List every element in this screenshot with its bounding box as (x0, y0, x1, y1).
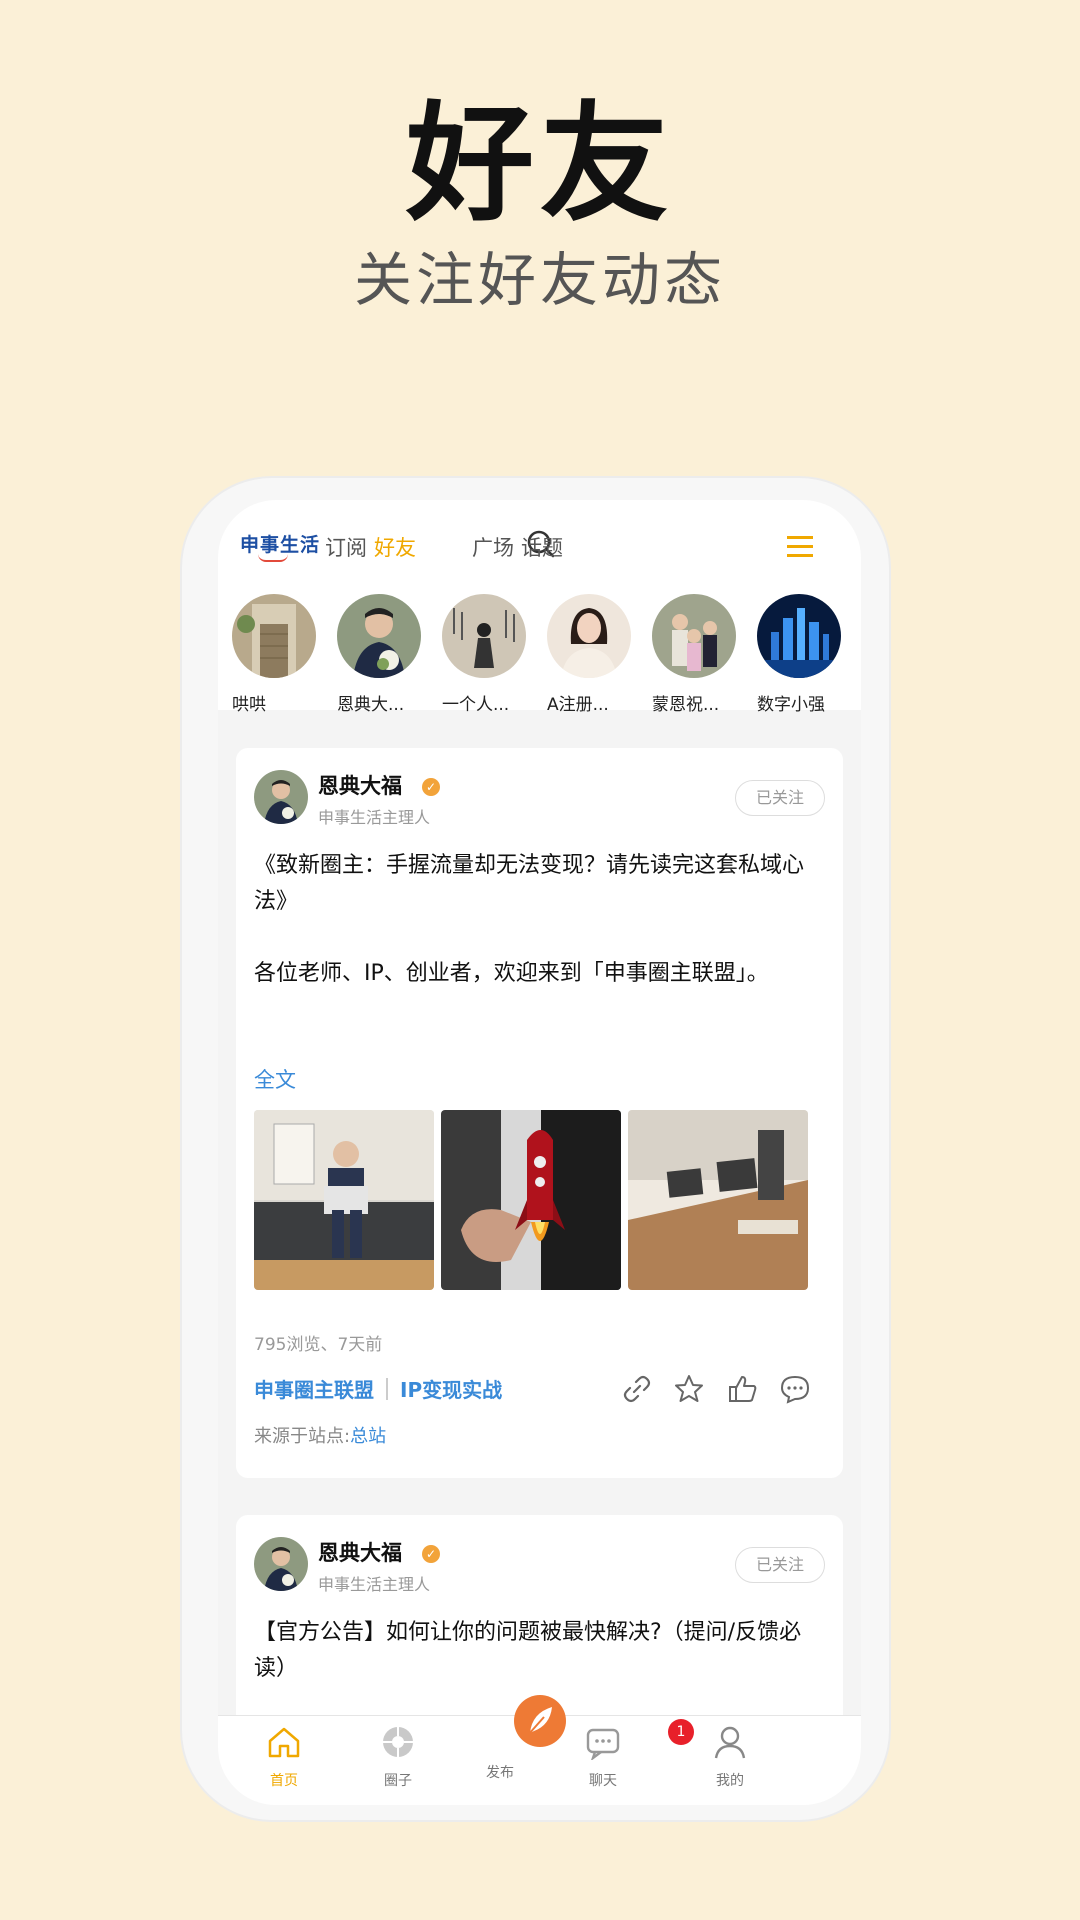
follow-button[interactable]: 已关注 (735, 780, 825, 816)
profile-icon (714, 1726, 746, 1759)
hamburger-menu-icon[interactable] (787, 536, 813, 558)
tab-friends[interactable]: 好友 (374, 532, 416, 562)
story-avatar (337, 594, 421, 678)
story-avatar (757, 594, 841, 678)
tab-chat[interactable]: 聊天 (563, 1724, 643, 1790)
logo-smile-mark (258, 554, 288, 562)
story-item[interactable]: 哄哄 (232, 594, 322, 715)
story-avatar (442, 594, 526, 678)
link-icon[interactable] (622, 1374, 652, 1404)
story-item[interactable]: 蒙恩祝... (652, 594, 742, 715)
story-name: 数字小强 (757, 695, 825, 715)
publish-button[interactable] (514, 1695, 566, 1747)
story-name: A注册... (547, 695, 609, 715)
author-name[interactable]: 恩典大福 (318, 1537, 402, 1567)
hero-subtitle: 关注好友动态 (353, 246, 726, 314)
circle-icon (383, 1727, 413, 1757)
friends-stories-row: 哄哄 恩典大... 一个人... A注册... 蒙恩祝... 数字小强 (218, 580, 861, 715)
story-avatar (652, 594, 736, 678)
read-more-link[interactable]: 全文 (254, 1064, 296, 1094)
tab-label: 聊天 (589, 1773, 617, 1789)
feather-icon (527, 1707, 552, 1736)
post-tags: 申事圈主联盟 IP变现实战 (254, 1374, 502, 1403)
tab-topics[interactable]: 话题 (521, 532, 563, 562)
verified-badge-icon: ✓ (422, 1545, 440, 1563)
unread-badge: 1 (668, 1719, 694, 1745)
post-meta: 795浏览、7天前 (254, 1335, 383, 1355)
author-avatar[interactable] (254, 1537, 308, 1591)
post-card[interactable]: 恩典大福 ✓ 申事生活主理人 已关注 《致新圈主：手握流量却无法变现？请先读完这… (236, 748, 843, 1478)
tab-label: 圈子 (384, 1773, 412, 1789)
author-name[interactable]: 恩典大福 (318, 770, 402, 800)
app-logo[interactable]: 申事生活 (240, 530, 320, 557)
top-bar: 申事生活 订阅 好友 广场 话题 (218, 500, 861, 580)
author-role: 申事生活主理人 (318, 808, 431, 827)
story-name: 哄哄 (232, 695, 266, 715)
thumbs-up-icon[interactable] (728, 1374, 758, 1404)
story-avatar (547, 594, 631, 678)
story-item[interactable]: A注册... (547, 594, 637, 715)
story-name: 蒙恩祝... (652, 695, 720, 715)
post-paragraph[interactable]: 各位老师、IP、创业者，欢迎来到「申事圈主联盟」。 (254, 956, 824, 992)
home-icon (268, 1727, 300, 1758)
post-source: 来源于站点:总站 (254, 1422, 386, 1448)
comment-icon[interactable] (780, 1374, 810, 1404)
author-role: 申事生活主理人 (318, 1575, 431, 1594)
chat-icon (586, 1728, 620, 1762)
story-name: 恩典大... (337, 695, 405, 715)
story-item[interactable]: 一个人... (442, 594, 532, 715)
tag-divider (386, 1377, 388, 1400)
post-image[interactable] (628, 1110, 808, 1290)
tab-square[interactable]: 广场 (472, 532, 514, 562)
follow-button[interactable]: 已关注 (735, 1547, 825, 1583)
tab-publish[interactable]: 发布 (460, 1756, 540, 1782)
post-title[interactable]: 【官方公告】如何让你的问题被最快解决?（提问/反馈必读） (254, 1615, 824, 1687)
post-image[interactable] (254, 1110, 434, 1290)
source-prefix: 来源于站点: (254, 1426, 351, 1447)
tab-home[interactable]: 首页 (244, 1724, 324, 1790)
story-item[interactable]: 恩典大... (337, 594, 427, 715)
verified-badge-icon: ✓ (422, 778, 440, 796)
tab-subscribe[interactable]: 订阅 (325, 532, 367, 562)
tab-profile[interactable]: 我的 (690, 1724, 770, 1790)
post-title[interactable]: 《致新圈主：手握流量却无法变现？请先读完这套私域心法》 (254, 848, 824, 920)
story-item[interactable]: 数字小强 (757, 594, 847, 715)
tab-circle[interactable]: 圈子 (358, 1724, 438, 1790)
tab-label: 发布 (486, 1765, 514, 1781)
hero-title: 好友 (405, 90, 674, 239)
author-avatar[interactable] (254, 770, 308, 824)
story-name: 一个人... (442, 695, 510, 715)
story-avatar (232, 594, 316, 678)
tag-link[interactable]: IP变现实战 (400, 1374, 502, 1403)
post-image[interactable] (441, 1110, 621, 1290)
phone-screen: 申事生活 订阅 好友 广场 话题 哄哄 恩典大... 一个人... A注册...… (218, 500, 861, 1805)
source-link[interactable]: 总站 (350, 1426, 386, 1447)
tag-link[interactable]: 申事圈主联盟 (254, 1374, 374, 1403)
tab-label: 首页 (270, 1773, 298, 1789)
tab-label: 我的 (716, 1773, 744, 1789)
star-icon[interactable] (674, 1374, 704, 1404)
